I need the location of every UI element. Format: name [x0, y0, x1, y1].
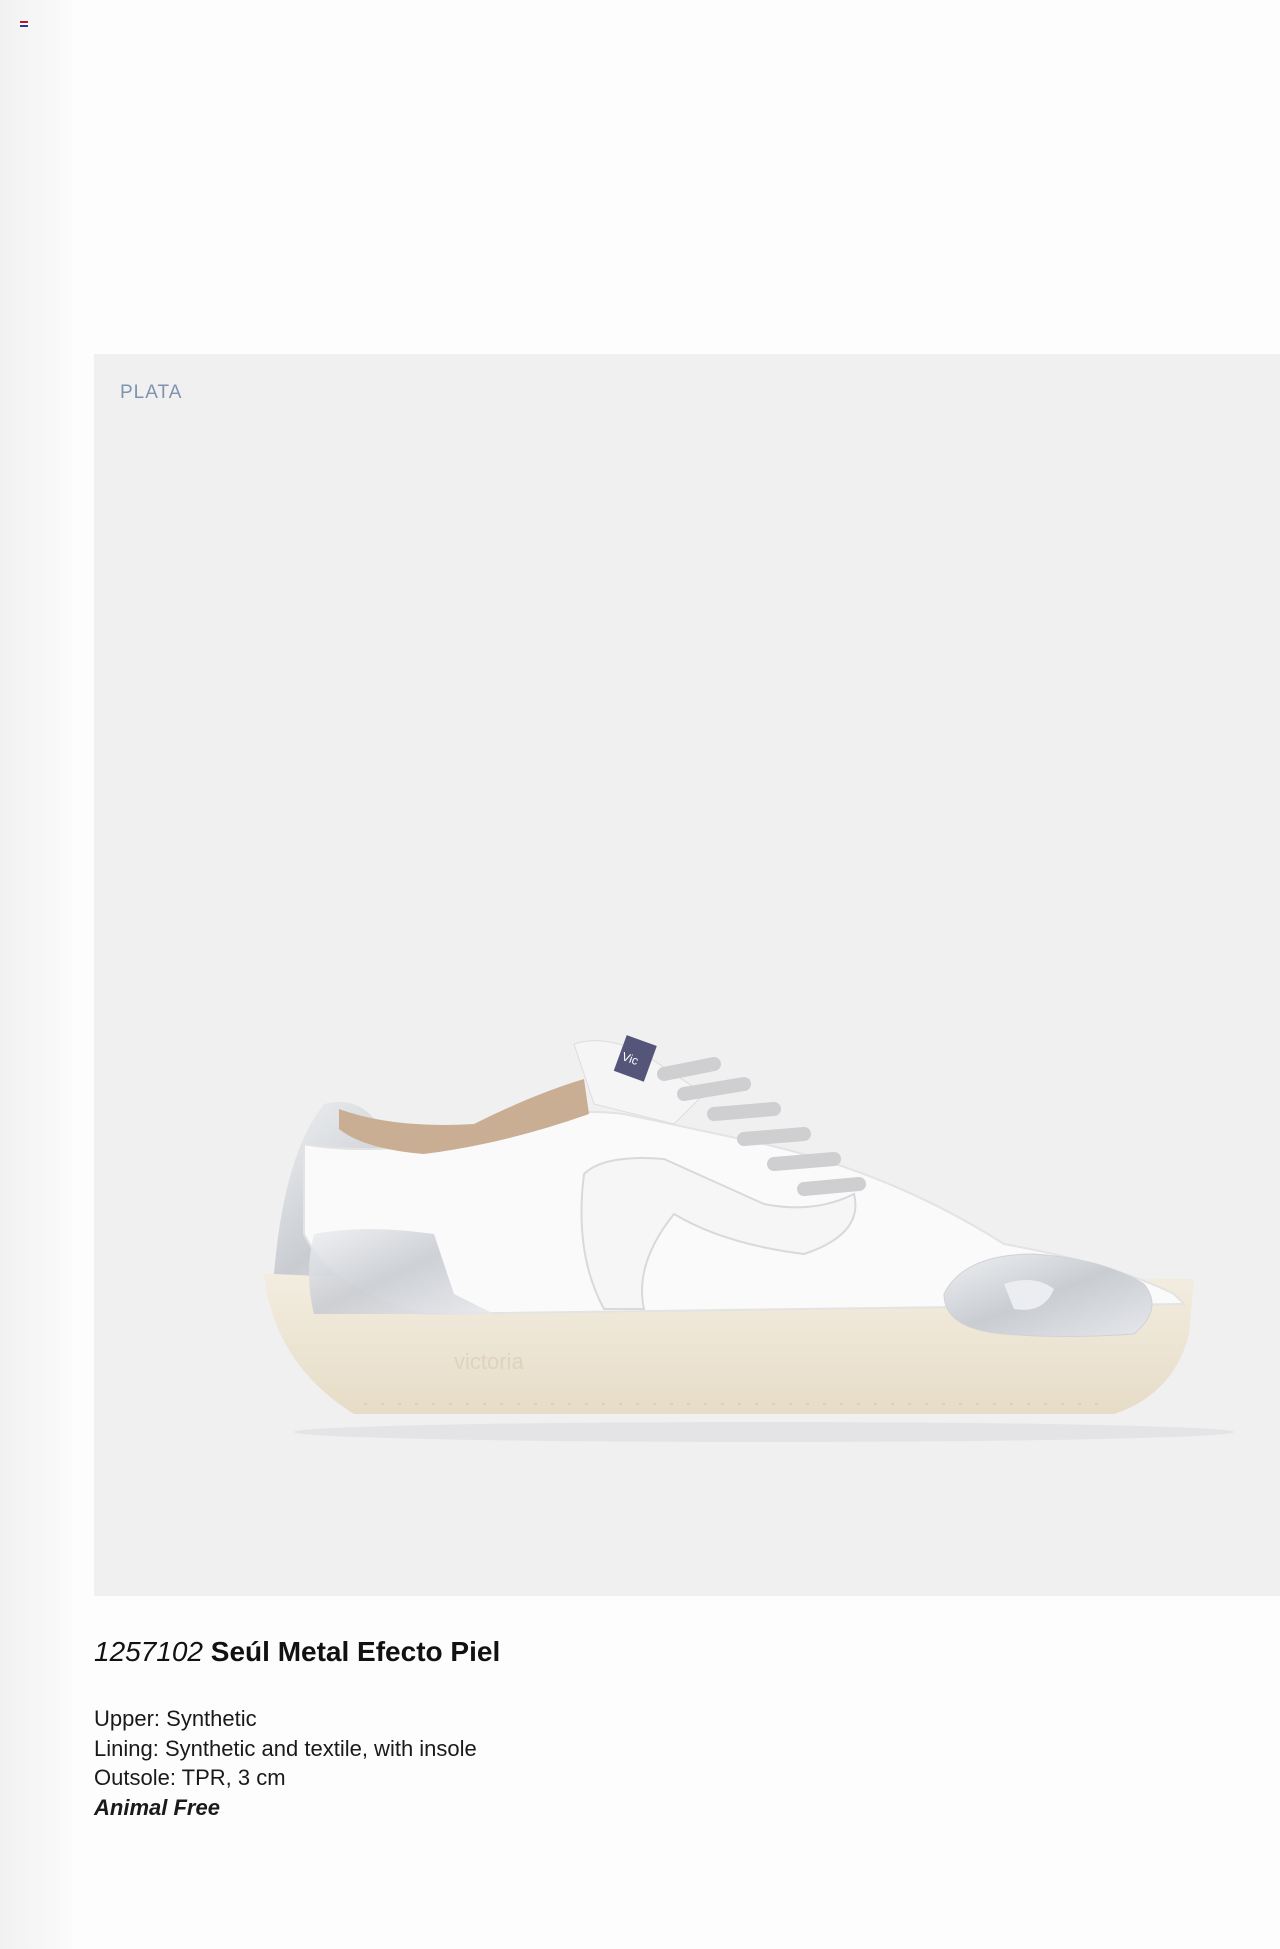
- spec-animal-free: Animal Free: [94, 1794, 220, 1820]
- color-label: PLATA: [120, 382, 183, 403]
- product-name: Seúl Metal Efecto Piel: [210, 1636, 501, 1667]
- product-specs: Upper: Synthetic Lining: Synthetic and t…: [94, 1704, 477, 1822]
- spec-upper: Upper: Synthetic: [94, 1706, 257, 1731]
- flag-icon: [20, 21, 28, 27]
- spec-lining: Lining: Synthetic and textile, with inso…: [94, 1735, 477, 1761]
- product-photo: PLATA victoria Vic: [94, 354, 1280, 1596]
- sneaker-image: victoria Vic: [264, 1035, 1234, 1442]
- left-margin-strip: [0, 0, 72, 1949]
- sole-logo-text: victoria: [454, 1349, 524, 1374]
- spec-outsole: Outsole: TPR, 3 cm: [94, 1765, 286, 1790]
- product-title: 1257102 Seúl Metal Efecto Piel: [94, 1636, 500, 1668]
- product-code: 1257102: [94, 1636, 204, 1667]
